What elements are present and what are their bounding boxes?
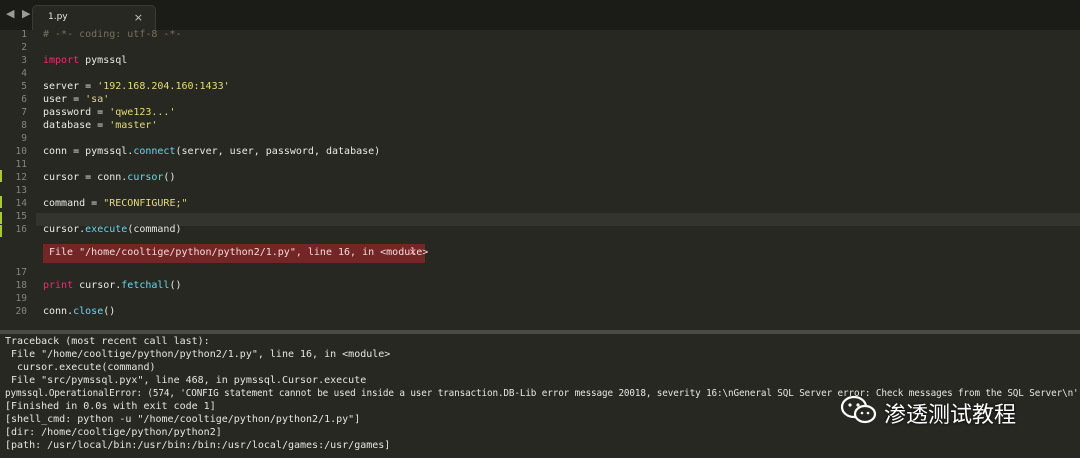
output-line: Traceback (most recent call last): xyxy=(5,336,210,347)
line-number: 3 xyxy=(21,55,27,66)
output-line: [shell_cmd: python -u "/home/cooltige/py… xyxy=(5,414,361,425)
output-line: cursor.execute(command) xyxy=(5,362,156,373)
code-line-18: print cursor.fetchall() xyxy=(43,280,182,292)
function-token: fetchall xyxy=(121,280,170,291)
line-number: 6 xyxy=(21,94,27,105)
error-popup: File "/home/cooltige/python/python2/1.py… xyxy=(43,244,429,263)
code-text: () xyxy=(103,306,116,317)
tab-bar: ◀ ▶ 1.py × xyxy=(0,0,1080,32)
line-number: 2 xyxy=(21,42,27,53)
code-text: (command) xyxy=(127,224,182,235)
code-text: conn = pymssql. xyxy=(43,146,134,157)
watermark: 渗透测试教程 xyxy=(840,394,1060,428)
watermark-text: 渗透测试教程 xyxy=(884,403,1017,428)
function-token: execute xyxy=(85,224,128,235)
function-token: close xyxy=(73,306,104,317)
code-line-3: import pymssql xyxy=(43,55,127,67)
line-number: 15 xyxy=(15,211,27,222)
sublime-window: ◀ ▶ 1.py × 1 2 3 4 5 6 7 8 9 10 11 12 13… xyxy=(0,0,1080,458)
code-text: pymssql xyxy=(79,55,128,66)
tab-close-icon[interactable]: × xyxy=(134,11,143,24)
line-number: 9 xyxy=(21,133,27,144)
function-token: cursor xyxy=(127,172,164,183)
line-number: 7 xyxy=(21,107,27,118)
code-line-6: user = 'sa' xyxy=(43,94,109,106)
output-line: [path: /usr/local/bin:/usr/bin:/bin:/usr… xyxy=(5,440,391,451)
code-text: command = xyxy=(43,198,104,209)
code-line-10: conn = pymssql.connect(server, user, pas… xyxy=(43,146,380,158)
code-text: conn. xyxy=(43,306,74,317)
output-line: [Finished in 0.0s with exit code 1] xyxy=(5,401,216,412)
string-token: "RECONFIGURE;" xyxy=(103,198,188,209)
code-text: database = xyxy=(43,120,110,131)
line-number: 1 xyxy=(21,29,27,40)
code-text: cursor. xyxy=(73,280,122,291)
comment-token: # -*- coding: utf-8 -*- xyxy=(43,29,182,40)
line-number-gutter: 1 2 3 4 5 6 7 8 9 10 11 12 13 14 15 16 1… xyxy=(0,29,36,330)
current-line-highlight xyxy=(36,213,1080,226)
code-text: server = xyxy=(43,81,98,92)
function-token: connect xyxy=(133,146,176,157)
line-number: 10 xyxy=(15,146,27,157)
line-number: 17 xyxy=(15,267,27,278)
string-token: '192.168.204.160:1433' xyxy=(97,81,230,92)
line-number: 5 xyxy=(21,81,27,92)
line-number: 11 xyxy=(15,159,27,170)
code-line-12: cursor = conn.cursor() xyxy=(43,172,175,184)
code-text: cursor. xyxy=(43,224,86,235)
code-line-7: password = 'qwe123...' xyxy=(43,107,175,119)
code-text: user = xyxy=(43,94,86,105)
line-number: 13 xyxy=(15,185,27,196)
error-popup-text: File "/home/cooltige/python/python2/1.py… xyxy=(49,247,429,258)
string-token: 'sa' xyxy=(85,94,110,105)
line-number: 4 xyxy=(21,68,27,79)
keyword-token: import xyxy=(43,55,80,66)
line-number: 12 xyxy=(15,172,27,183)
tab-1-py[interactable]: 1.py × xyxy=(32,5,156,32)
code-text: cursor = conn. xyxy=(43,172,128,183)
tab-label: 1.py xyxy=(48,12,68,22)
tab-nav-arrows-icon[interactable]: ◀ ▶ xyxy=(6,7,32,20)
code-line-8: database = 'master' xyxy=(43,120,157,132)
code-text: () xyxy=(163,172,176,183)
string-token: 'master' xyxy=(109,120,158,131)
wechat-icon xyxy=(840,395,877,424)
code-line-14: command = "RECONFIGURE;" xyxy=(43,198,188,210)
code-text: () xyxy=(169,280,182,291)
line-number: 14 xyxy=(15,198,27,209)
code-line-20: conn.close() xyxy=(43,306,115,318)
keyword-token: print xyxy=(43,280,74,291)
output-line: File "/home/cooltige/python/python2/1.py… xyxy=(5,349,391,360)
code-line-16: cursor.execute(command) xyxy=(43,224,182,236)
line-number: 19 xyxy=(15,293,27,304)
code-line-5: server = '192.168.204.160:1433' xyxy=(43,81,230,93)
code-text: password = xyxy=(43,107,110,118)
line-number: 18 xyxy=(15,280,27,291)
line-number: 8 xyxy=(21,120,27,131)
output-line: File "src/pymssql.pyx", line 468, in pym… xyxy=(5,375,367,386)
code-line-1: # -*- coding: utf-8 -*- xyxy=(43,29,181,41)
line-number: 20 xyxy=(15,306,27,317)
code-text: (server, user, password, database) xyxy=(175,146,381,157)
output-line: [dir: /home/cooltige/python/python2] xyxy=(5,427,222,438)
code-editor[interactable]: 1 2 3 4 5 6 7 8 9 10 11 12 13 14 15 16 1… xyxy=(0,29,1080,330)
error-popup-close-icon[interactable]: × xyxy=(409,247,417,258)
line-number: 16 xyxy=(15,224,27,235)
string-token: 'qwe123...' xyxy=(109,107,176,118)
